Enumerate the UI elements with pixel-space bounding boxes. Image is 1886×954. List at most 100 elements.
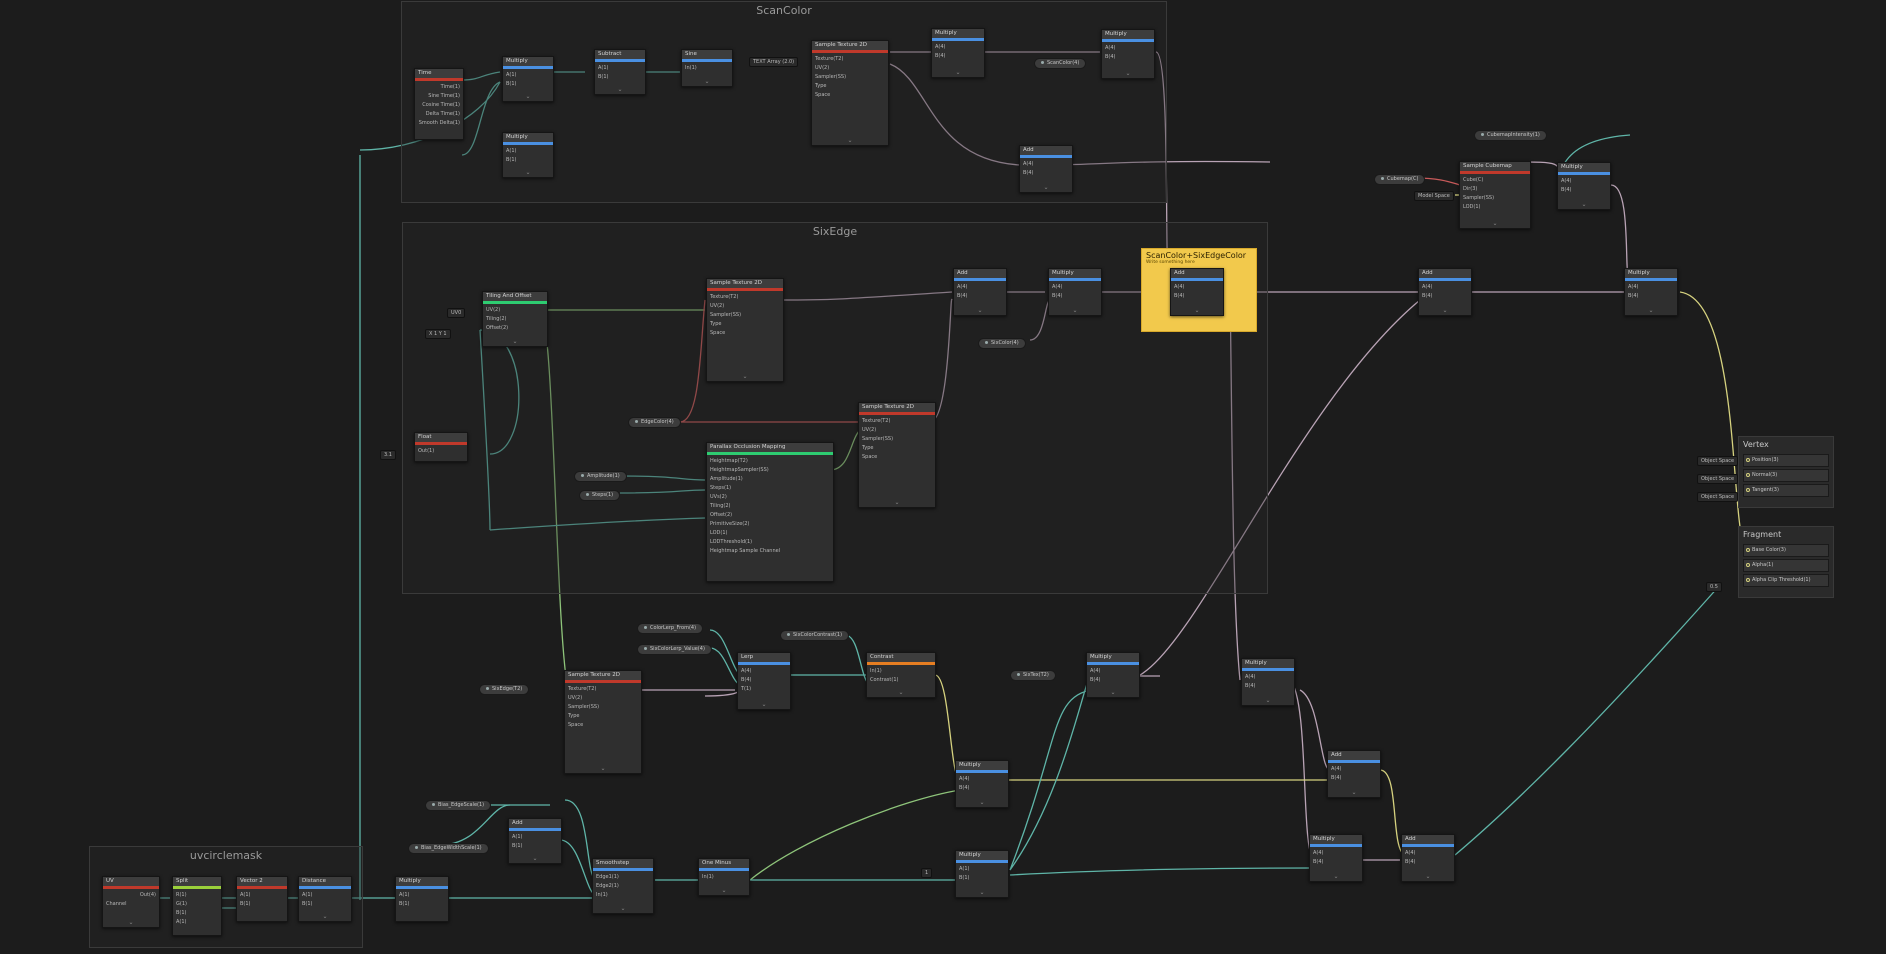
port[interactable]: B(4) <box>1105 53 1151 62</box>
port[interactable]: Texture(T2) <box>815 55 885 64</box>
port[interactable]: Cosine Time(1) <box>418 101 460 110</box>
port[interactable]: Smooth Delta(1) <box>418 119 460 128</box>
float-node[interactable]: Float Out(1) <box>414 432 468 462</box>
one-minus-node[interactable]: One Minus In(1) ⌄ <box>698 858 750 896</box>
sample-texture-node[interactable]: Sample Texture 2D Texture(T2) UV(2) Samp… <box>564 670 642 774</box>
port[interactable]: Type <box>568 712 638 721</box>
port[interactable]: B(1) <box>512 842 558 851</box>
collapse-chevron-icon[interactable]: ⌄ <box>894 499 899 506</box>
tiling-value-field[interactable]: X 1 Y 1 <box>425 329 451 339</box>
fragment-port[interactable]: Base Color(3) <box>1743 544 1829 557</box>
collapse-chevron-icon[interactable]: ⌄ <box>620 905 625 912</box>
add-node[interactable]: Add A(4) B(4) ⌄ <box>1170 268 1224 316</box>
model-space-dropdown[interactable]: Model Space <box>1414 191 1454 201</box>
collapse-chevron-icon[interactable]: ⌄ <box>322 913 327 920</box>
port[interactable]: Space <box>815 91 885 100</box>
port[interactable]: LODThreshold(1) <box>710 538 830 547</box>
multiply-node[interactable]: Multiply A(4) B(4) ⌄ <box>1241 658 1295 706</box>
collapse-chevron-icon[interactable]: ⌄ <box>742 373 747 380</box>
add-node[interactable]: Add A(1) B(1) ⌄ <box>508 818 562 864</box>
steps-property[interactable]: Steps(1) <box>579 490 621 501</box>
glow-color-property[interactable]: SixColor(4) <box>978 338 1026 349</box>
port[interactable]: R(1) <box>176 891 218 900</box>
port[interactable]: In(1) <box>685 64 729 73</box>
collapse-chevron-icon[interactable]: ⌄ <box>1648 307 1653 314</box>
multiply-b-value-field[interactable]: 1 <box>921 868 933 878</box>
port[interactable]: B(4) <box>1023 169 1069 178</box>
multiply-node[interactable]: Multiply A(4) B(4) ⌄ <box>1101 29 1155 79</box>
port[interactable]: A(1) <box>399 891 445 900</box>
port[interactable]: B(1) <box>959 874 1005 883</box>
scan-color-property[interactable]: ScanColor(4) <box>1034 58 1087 69</box>
collapse-chevron-icon[interactable]: ⌄ <box>955 69 960 76</box>
port[interactable]: Space <box>862 453 932 462</box>
collapse-chevron-icon[interactable]: ⌄ <box>1110 689 1115 696</box>
port[interactable]: Offset(2) <box>710 511 830 520</box>
collapse-chevron-icon[interactable]: ⌄ <box>1125 70 1130 77</box>
collapse-chevron-icon[interactable]: ⌄ <box>532 855 537 862</box>
port[interactable]: Sine Time(1) <box>418 92 460 101</box>
port[interactable]: B(4) <box>1561 186 1607 195</box>
port[interactable]: Amplitude(1) <box>710 475 830 484</box>
add-node[interactable]: Add A(4) B(4) ⌄ <box>1418 268 1472 316</box>
sample-cubemap-node[interactable]: Sample Cubemap Cube(C) Dir(3) Sampler(SS… <box>1459 161 1531 229</box>
port[interactable]: A(1) <box>176 918 218 927</box>
collapse-chevron-icon[interactable]: ⌄ <box>898 689 903 696</box>
port[interactable]: Edge2(1) <box>596 882 650 891</box>
collapse-chevron-icon[interactable]: ⌄ <box>704 78 709 85</box>
port[interactable]: Space <box>568 721 638 730</box>
port[interactable]: In(1) <box>596 891 650 900</box>
port[interactable]: A(4) <box>1422 283 1468 292</box>
port[interactable]: B(1) <box>176 909 218 918</box>
vertex-port[interactable]: Normal(3) <box>1743 469 1829 482</box>
collapse-chevron-icon[interactable]: ⌄ <box>1072 307 1077 314</box>
multiply-node[interactable]: Multiply A(1) B(1) ⌄ <box>502 132 554 178</box>
port[interactable]: B(4) <box>1090 676 1136 685</box>
object-space-field[interactable]: Object Space <box>1697 456 1739 466</box>
port[interactable]: Delta Time(1) <box>418 110 460 119</box>
color-lerp-value-property[interactable]: SixColorLerp_Value(4) <box>637 644 712 655</box>
collapse-chevron-icon[interactable]: ⌄ <box>512 338 517 345</box>
lerp-node[interactable]: Lerp A(4) B(4) T(1) ⌄ <box>737 652 791 710</box>
time-node[interactable]: Time Time(1) Sine Time(1) Cosine Time(1)… <box>414 68 464 140</box>
port[interactable]: HeightmapSampler(SS) <box>710 466 830 475</box>
float-value-field[interactable]: 3.1 <box>380 450 396 460</box>
pom-node[interactable]: Parallax Occlusion Mapping Heightmap(T2)… <box>706 442 834 582</box>
port[interactable]: Type <box>862 444 932 453</box>
port[interactable]: Cube(C) <box>1463 176 1527 185</box>
port[interactable]: B(4) <box>1313 858 1359 867</box>
collapse-chevron-icon[interactable]: ⌄ <box>1333 873 1338 880</box>
port[interactable]: Out(4) <box>106 891 156 900</box>
port[interactable]: UVs(2) <box>710 493 830 502</box>
multiply-node[interactable]: Multiply A(4) B(4) ⌄ <box>1048 268 1102 316</box>
port[interactable]: A(1) <box>598 64 642 73</box>
collapse-chevron-icon[interactable]: ⌄ <box>1442 307 1447 314</box>
fragment-port[interactable]: Alpha Clip Threshold(1) <box>1743 574 1829 587</box>
port[interactable]: A(1) <box>240 891 284 900</box>
port[interactable]: Heightmap Sample Channel <box>710 547 830 556</box>
subtract-node[interactable]: Subtract A(1) B(1) ⌄ <box>594 49 646 95</box>
port[interactable]: Heightmap(T2) <box>710 457 830 466</box>
port[interactable]: G(1) <box>176 900 218 909</box>
port[interactable]: A(1) <box>512 833 558 842</box>
collapse-chevron-icon[interactable]: ⌄ <box>525 93 530 100</box>
collapse-chevron-icon[interactable]: ⌄ <box>979 799 984 806</box>
cubemap-intensity-property[interactable]: CubemapIntensity(1) <box>1474 130 1547 141</box>
port[interactable]: Steps(1) <box>710 484 830 493</box>
uv-channel-field[interactable]: UV0 <box>447 308 466 318</box>
object-space-field[interactable]: Object Space <box>1697 492 1739 502</box>
port[interactable]: Space <box>710 329 780 338</box>
fragment-port[interactable]: Alpha(1) <box>1743 559 1829 572</box>
collapse-chevron-icon[interactable]: ⌄ <box>1492 220 1497 227</box>
port[interactable]: UV(2) <box>815 64 885 73</box>
port[interactable]: B(1) <box>399 900 445 909</box>
six-tex-property[interactable]: SixEdge(T2) <box>479 684 530 695</box>
port[interactable]: A(4) <box>1628 283 1674 292</box>
port[interactable]: Type <box>710 320 780 329</box>
add-node[interactable]: Add A(4) B(4) ⌄ <box>1401 834 1455 882</box>
port[interactable]: In(1) <box>702 873 746 882</box>
bias-width-property[interactable]: Bias_EdgeWidthScale(1) <box>408 843 489 854</box>
sample-texture-node[interactable]: Sample Texture 2D Texture(T2) UV(2) Samp… <box>858 402 936 508</box>
texture-array-field[interactable]: TEXT Array (2.0) <box>749 57 799 67</box>
collapse-chevron-icon[interactable]: ⌄ <box>721 887 726 894</box>
